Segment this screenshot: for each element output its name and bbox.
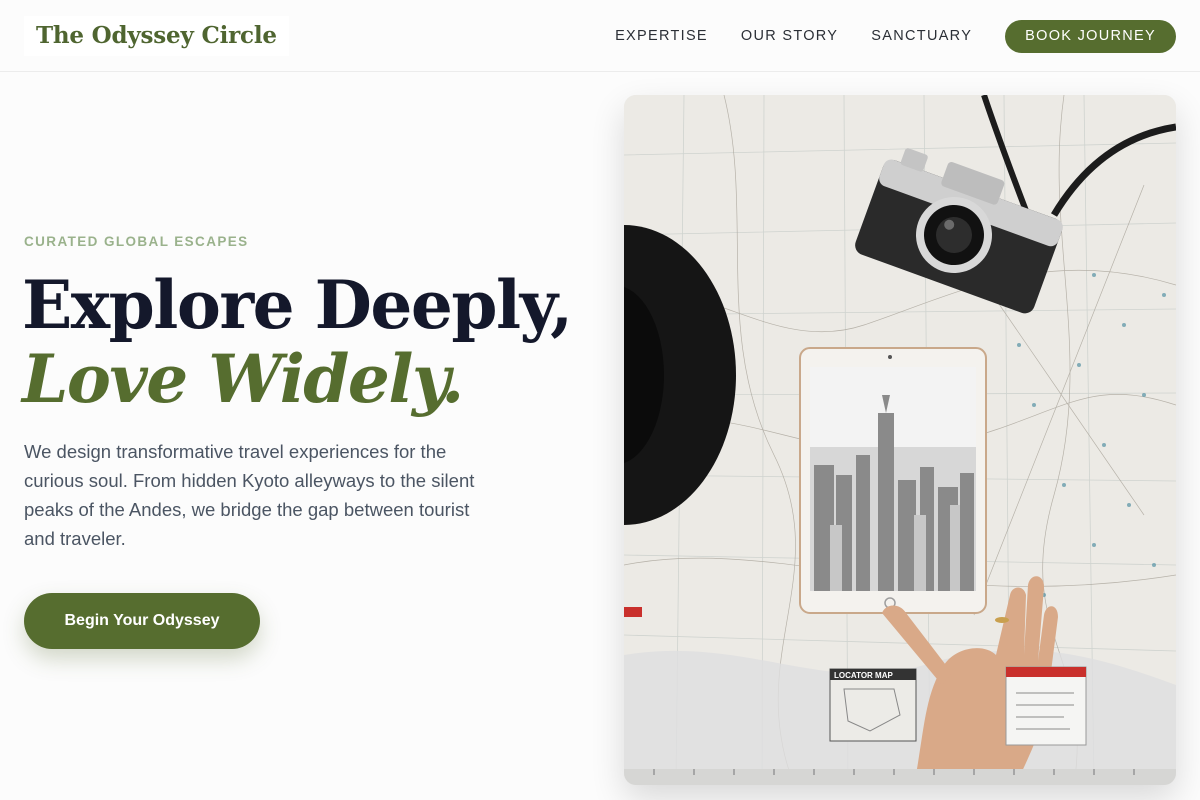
hero-title-line-2: Love Widely.: [22, 340, 464, 418]
hero-title: Explore Deeply, Love Widely.: [22, 266, 573, 418]
tablet: [799, 347, 987, 614]
locator-map-panel: LOCATOR MAP: [829, 668, 917, 742]
brand-logo[interactable]: The Odyssey Circle: [24, 16, 289, 56]
main-nav: EXPERTISE OUR STORY SANCTUARY BOOK JOURN…: [615, 0, 1176, 72]
site-header: The Odyssey Circle EXPERTISE OUR STORY S…: [0, 0, 1200, 72]
nav-item-our-story[interactable]: OUR STORY: [741, 28, 838, 44]
begin-odyssey-button[interactable]: Begin Your Odyssey: [24, 593, 260, 649]
legend-panel: [1005, 666, 1087, 746]
locator-map-label: LOCATOR MAP: [834, 671, 893, 680]
hero-eyebrow: CURATED GLOBAL ESCAPES: [24, 234, 249, 249]
nav-item-sanctuary[interactable]: SANCTUARY: [871, 28, 972, 44]
nav-item-expertise[interactable]: EXPERTISE: [615, 28, 708, 44]
hero-title-line-1: Explore Deeply,: [22, 266, 573, 344]
hero-image: LOCATOR MAP: [624, 95, 1176, 785]
hero-description: We design transformative travel experien…: [24, 441, 475, 549]
book-journey-button[interactable]: BOOK JOURNEY: [1005, 19, 1176, 53]
